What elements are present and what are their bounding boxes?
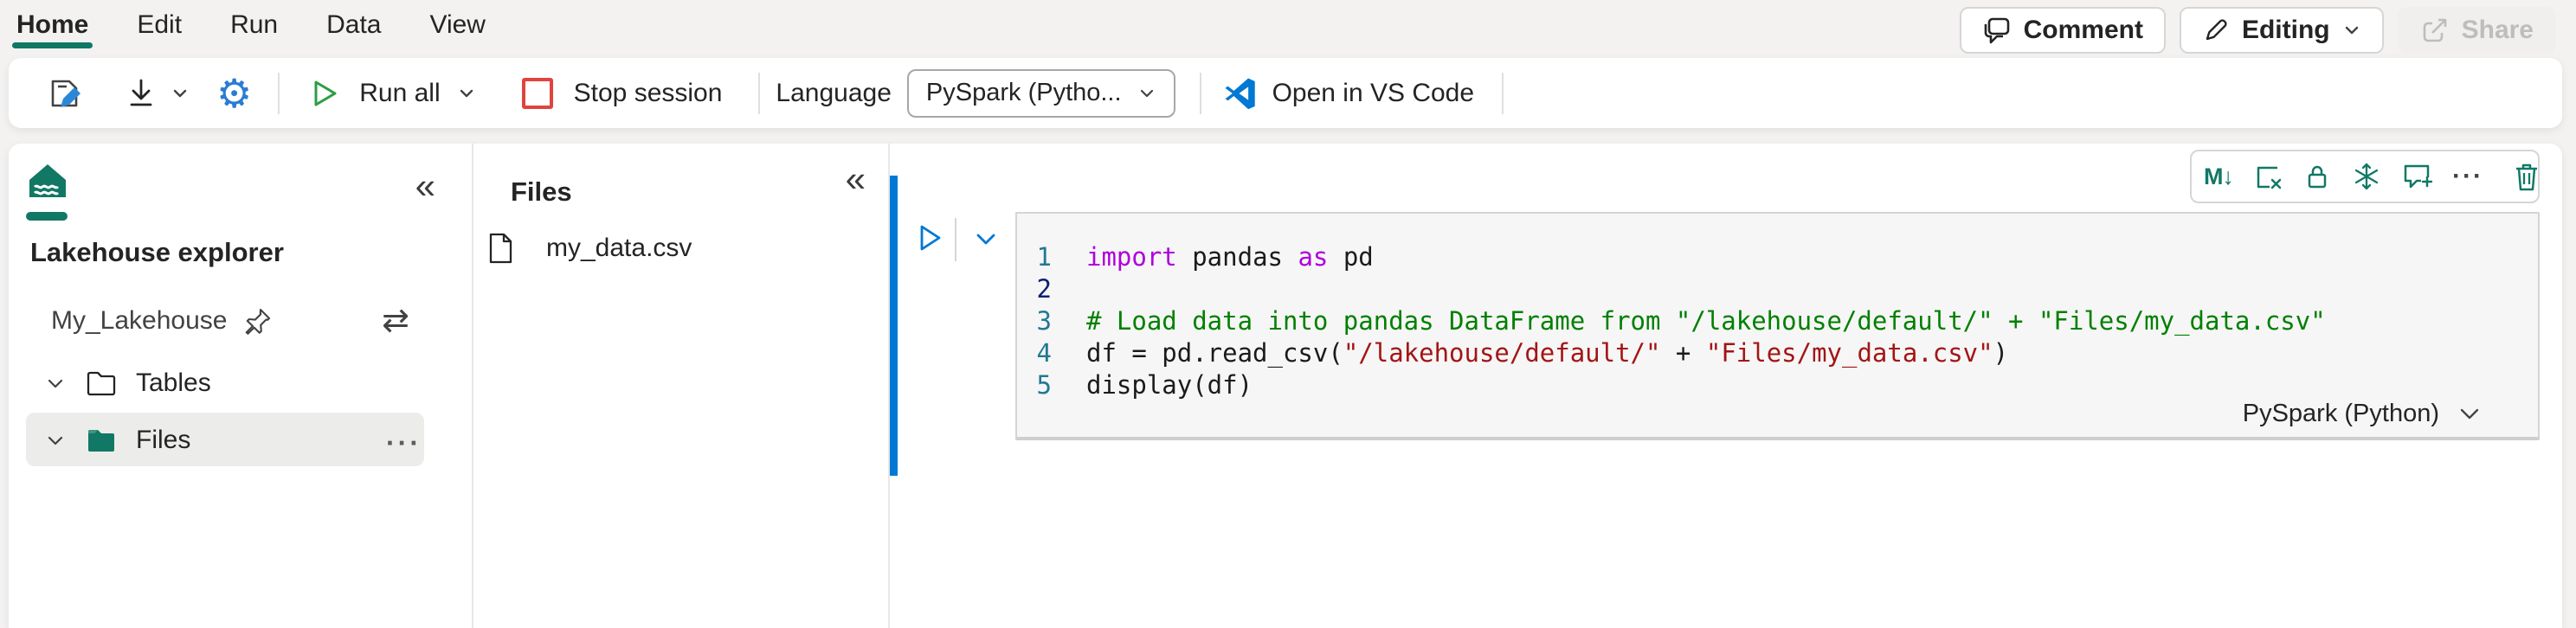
delete-cell-icon[interactable] (2512, 159, 2541, 194)
code-text: # Load data into pandas DataFrame from "… (1086, 306, 2326, 336)
chevron-down-icon (2460, 408, 2479, 419)
vscode-icon (1224, 77, 1257, 110)
lock-cell-icon[interactable] (2302, 159, 2332, 194)
download-chevron-icon[interactable] (170, 83, 190, 104)
code-editor[interactable]: 1 import pandas as pd 2 3 # Load data into p… (1017, 214, 2538, 401)
code-text: import pandas as pd (1086, 242, 1374, 272)
collapse-cell-icon[interactable] (971, 227, 1001, 253)
notebook-toolbar: ⚙ Run all Stop session Language PySpark … (9, 58, 2562, 128)
menu-tab-edit[interactable]: Edit (137, 0, 182, 50)
line-number: 4 (1036, 338, 1052, 368)
code-line[interactable]: 1 import pandas as pd (1017, 241, 2538, 273)
main-content: « Lakehouse explorer My_Lakehouse ⇄ Tabl… (9, 144, 2562, 628)
file-list-item[interactable]: my_data.csv (487, 232, 692, 265)
language-dropdown-value: PySpark (Pytho... (925, 79, 1122, 106)
folder-filled-icon (86, 426, 117, 454)
files-panel: Files « my_data.csv (472, 144, 890, 628)
chevron-down-icon (2342, 21, 2361, 40)
switch-lakehouse-icon[interactable]: ⇄ (382, 301, 409, 340)
toolbar-divider (278, 72, 280, 114)
menu-tab-view[interactable]: View (429, 0, 485, 50)
lakehouse-name: My_Lakehouse (51, 306, 228, 335)
collapse-explorer-icon[interactable]: « (415, 168, 435, 204)
lakehouse-icon (28, 163, 68, 199)
settings-gear-icon[interactable]: ⚙ (216, 74, 252, 113)
top-actions: Comment Editing Share (1959, 7, 2556, 54)
editing-button-label: Editing (2241, 16, 2330, 44)
run-all-label[interactable]: Run all (359, 79, 440, 108)
chevron-down-icon (1140, 89, 1153, 97)
chevron-down-icon[interactable] (44, 429, 67, 452)
files-panel-title: Files (511, 176, 572, 207)
stop-session-label[interactable]: Stop session (574, 79, 723, 108)
code-line[interactable]: 2 (1017, 273, 2538, 305)
menu-tab-home[interactable]: Home (12, 0, 93, 50)
code-line[interactable]: 5 display(df) (1017, 369, 2538, 401)
share-button-label: Share (2461, 16, 2534, 44)
files-more-options-icon[interactable]: ··· (386, 427, 422, 459)
code-text: df = pd.read_csv("/lakehouse/default/" +… (1086, 338, 2009, 368)
pin-icon[interactable] (244, 307, 272, 335)
stop-session-icon[interactable] (521, 77, 553, 109)
tree-item-tables-label: Tables (136, 368, 211, 397)
folder-icon (86, 369, 117, 397)
line-number: 2 (1036, 274, 1052, 304)
collapse-files-panel-icon[interactable]: « (846, 161, 866, 197)
menu-tab-run[interactable]: Run (230, 0, 278, 50)
tree-item-tables[interactable]: Tables (44, 368, 211, 398)
cell-kernel-label: PySpark (Python) (2242, 400, 2439, 427)
active-tab-underline (12, 42, 93, 48)
explorer-title: Lakehouse explorer (30, 237, 284, 267)
run-all-icon[interactable] (307, 77, 340, 110)
comment-button[interactable]: Comment (1959, 7, 2166, 54)
code-line[interactable]: 3 # Load data into pandas DataFrame from … (1017, 305, 2538, 337)
comment-button-label: Comment (2023, 16, 2143, 44)
editing-mode-button[interactable]: Editing (2179, 7, 2384, 54)
language-dropdown[interactable]: PySpark (Pytho... (906, 68, 1175, 118)
save-icon[interactable] (45, 74, 83, 112)
download-icon[interactable] (123, 75, 159, 112)
toolbar-divider (1502, 72, 1504, 114)
convert-to-markdown-icon[interactable]: M↓ (2204, 159, 2234, 194)
language-label: Language (776, 78, 892, 107)
tree-item-files[interactable]: Files (44, 426, 190, 455)
tree-item-files-label: Files (136, 426, 191, 454)
share-button: Share (2397, 7, 2556, 54)
run-cell-button[interactable] (914, 221, 945, 254)
run-all-chevron-icon[interactable] (456, 83, 477, 104)
line-number: 1 (1036, 242, 1052, 272)
code-line[interactable]: 4 df = pd.read_csv("/lakehouse/default/" … (1017, 337, 2538, 369)
toolbar-divider (1199, 72, 1201, 114)
cell-selection-bar (890, 176, 898, 476)
line-number: 5 (1036, 370, 1052, 400)
open-vscode-label[interactable]: Open in VS Code (1272, 79, 1474, 108)
lakehouse-explorer-panel: « Lakehouse explorer My_Lakehouse ⇄ Tabl… (9, 144, 473, 628)
file-icon (487, 232, 513, 265)
menu-tab-data[interactable]: Data (326, 0, 381, 50)
more-options-icon[interactable]: ··· (2452, 159, 2483, 194)
pencil-icon (2202, 16, 2230, 44)
code-text: display(df) (1086, 370, 1253, 400)
cell-toolbar: M↓ ··· (2190, 150, 2540, 203)
cell-gutter-divider (955, 218, 956, 261)
code-cell[interactable]: 1 import pandas as pd 2 3 # Load data into p… (1015, 212, 2540, 440)
menu-tab-home-label: Home (16, 10, 89, 39)
share-icon (2420, 16, 2450, 45)
add-comment-icon[interactable] (2401, 159, 2432, 194)
lakehouse-name-row[interactable]: My_Lakehouse (51, 306, 272, 336)
lakehouse-tab-indicator (26, 212, 68, 221)
clear-output-icon[interactable] (2253, 159, 2283, 194)
file-name: my_data.csv (546, 234, 692, 262)
cell-kernel-selector[interactable]: PySpark (Python) (2243, 400, 2483, 428)
toolbar-divider (758, 72, 761, 114)
comment-icon (1982, 16, 2012, 45)
freeze-cell-icon[interactable] (2352, 159, 2381, 194)
line-number: 3 (1036, 306, 1052, 336)
chevron-down-icon[interactable] (44, 372, 67, 394)
